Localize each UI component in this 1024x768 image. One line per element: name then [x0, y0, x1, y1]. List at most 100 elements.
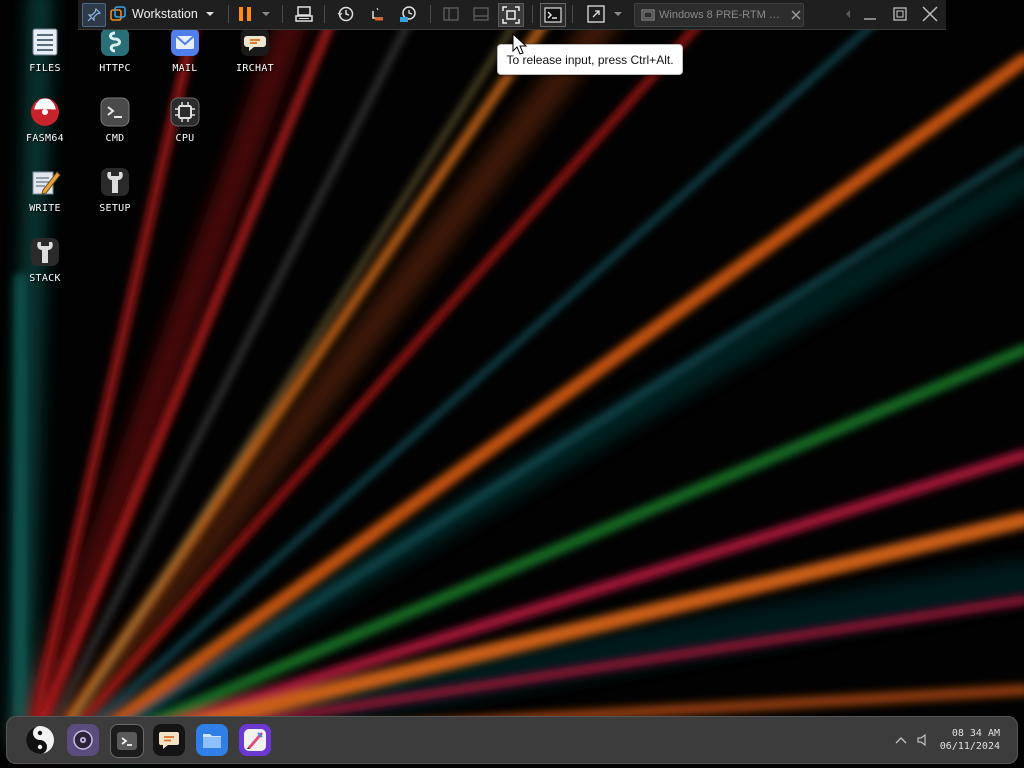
- desktop-icon-cmd[interactable]: CMD: [82, 92, 148, 158]
- desktop-icon-fasm64[interactable]: FASM64: [12, 92, 78, 158]
- taskbar-app-disc[interactable]: [67, 724, 99, 756]
- vm-tab[interactable]: Windows 8 PRE-RTM Bui…: [634, 3, 804, 27]
- minimize-icon: [864, 18, 876, 20]
- scroll-tabs-left-button[interactable]: [842, 3, 854, 25]
- close-icon[interactable]: [791, 10, 801, 20]
- snapshot-clock-icon: [337, 6, 354, 22]
- pause-icon: [239, 7, 251, 21]
- desktop-icon-label: MAIL: [172, 63, 198, 74]
- thumbnail-bar-icon: [473, 7, 489, 21]
- stretch-guest-button[interactable]: [584, 3, 608, 25]
- paint-icon: [244, 729, 266, 751]
- desktop-icon-stack[interactable]: STACK: [12, 232, 78, 298]
- fasm64-icon: [29, 96, 61, 128]
- toolbar-separator: [282, 5, 283, 23]
- tooltip-text: To release input, press Ctrl+Alt.: [506, 52, 674, 67]
- desktop-icon-label: CMD: [105, 133, 125, 144]
- chevron-down-icon: [614, 12, 622, 16]
- chat-icon: [159, 732, 179, 749]
- desktop-icon-cpu[interactable]: CPU: [152, 92, 218, 158]
- show-library-button[interactable]: [440, 3, 462, 25]
- speaker-icon[interactable]: [916, 734, 930, 746]
- restore-icon: [893, 7, 907, 21]
- vmware-logo-icon: [110, 6, 126, 21]
- desktop-icon-mail[interactable]: MAIL: [152, 22, 218, 88]
- clock-time: 08 34 AM: [951, 728, 1000, 739]
- desktop-icon-label: STACK: [29, 273, 61, 284]
- desktop-icon-label: IRCHAT: [236, 63, 274, 74]
- yin-yang-icon: [26, 726, 54, 754]
- toolbar-separator: [572, 5, 573, 23]
- console-view-button[interactable]: [540, 3, 566, 27]
- pin-icon: [87, 8, 101, 22]
- vm-tab-title: Windows 8 PRE-RTM Bui…: [659, 9, 787, 21]
- mail-icon: [169, 26, 201, 58]
- stretch-options-dropdown[interactable]: [610, 3, 626, 25]
- minimize-button[interactable]: [858, 3, 882, 25]
- toolbar-separator: [324, 5, 325, 23]
- desktop-icon-irchat[interactable]: IRCHAT: [222, 22, 288, 88]
- console-icon: [544, 7, 562, 23]
- restore-button[interactable]: [888, 3, 912, 25]
- toolbar-separator: [228, 5, 229, 23]
- vmware-fullscreen-toolbar: Workstation Windows 8 PRE-RTM Bui…: [78, 0, 946, 30]
- computer-keyboard-icon: [295, 6, 313, 22]
- mouse-cursor-icon: [512, 33, 528, 55]
- desktop-icon-setup[interactable]: SETUP: [82, 162, 148, 228]
- library-pane-icon: [443, 7, 459, 21]
- desktop-icon-label: HTTPC: [99, 63, 131, 74]
- clock-date: 06/11/2024: [939, 741, 1000, 752]
- close-icon: [922, 6, 938, 22]
- wrench-icon: [99, 166, 131, 198]
- chevron-up-icon[interactable]: [894, 734, 908, 746]
- show-thumbnail-bar-button[interactable]: [470, 3, 492, 25]
- taskbar-app-paint[interactable]: [239, 724, 271, 756]
- disc-icon: [73, 730, 93, 750]
- taskbar-app-files[interactable]: [196, 724, 228, 756]
- write-icon: [29, 166, 61, 198]
- power-options-dropdown[interactable]: [258, 3, 274, 25]
- start-button[interactable]: [24, 724, 56, 756]
- terminal-icon: [117, 732, 137, 750]
- desktop-icon-label: CPU: [175, 133, 195, 144]
- files-icon: [29, 26, 61, 58]
- snapshot-manager-button[interactable]: [396, 3, 420, 25]
- pin-toolbar-button[interactable]: [82, 3, 106, 27]
- toolbar-separator: [532, 5, 533, 23]
- snapshot-manager-icon: [400, 6, 416, 22]
- files-icon: [203, 734, 221, 748]
- taskbar-clock[interactable]: 08 34 AM 06/11/2024: [940, 727, 1000, 753]
- desktop-icon-files[interactable]: FILES: [12, 22, 78, 88]
- workstation-menu-button[interactable]: Workstation: [132, 3, 222, 25]
- wrench-icon: [29, 236, 61, 268]
- desktop-icon-label: FASM64: [26, 133, 64, 144]
- pause-button[interactable]: [234, 3, 256, 25]
- httpc-icon: [99, 26, 131, 58]
- chevron-left-icon: [846, 10, 850, 18]
- vm-tab-icon: [641, 9, 655, 21]
- taskbar-app-terminal[interactable]: [110, 724, 144, 758]
- vmware-logo: [108, 3, 128, 25]
- desktop-icon-label: SETUP: [99, 203, 131, 214]
- terminal-icon: [99, 96, 131, 128]
- taskbar-app-chat[interactable]: [153, 724, 185, 756]
- desktop-icon-label: FILES: [29, 63, 61, 74]
- fullscreen-icon: [502, 6, 520, 24]
- irchat-icon: [239, 26, 271, 58]
- desktop-icon-write[interactable]: WRITE: [12, 162, 78, 228]
- desktop-icon-label: WRITE: [29, 203, 61, 214]
- chevron-down-icon: [262, 12, 270, 16]
- revert-snapshot-icon: [372, 7, 383, 21]
- desktop-icon-httpc[interactable]: HTTPC: [82, 22, 148, 88]
- revert-snapshot-button[interactable]: [366, 3, 390, 25]
- exit-fullscreen-button[interactable]: [918, 3, 942, 25]
- toolbar-separator: [430, 5, 431, 23]
- full-screen-button[interactable]: [498, 3, 524, 27]
- cpu-icon: [169, 96, 201, 128]
- take-snapshot-button[interactable]: [334, 3, 358, 25]
- workstation-label: Workstation: [132, 7, 198, 21]
- chevron-down-icon: [205, 12, 214, 16]
- stretch-icon: [587, 5, 605, 23]
- send-ctrl-alt-del-button[interactable]: [292, 3, 316, 25]
- taskbar: 08 34 AM 06/11/2024: [6, 716, 1018, 764]
